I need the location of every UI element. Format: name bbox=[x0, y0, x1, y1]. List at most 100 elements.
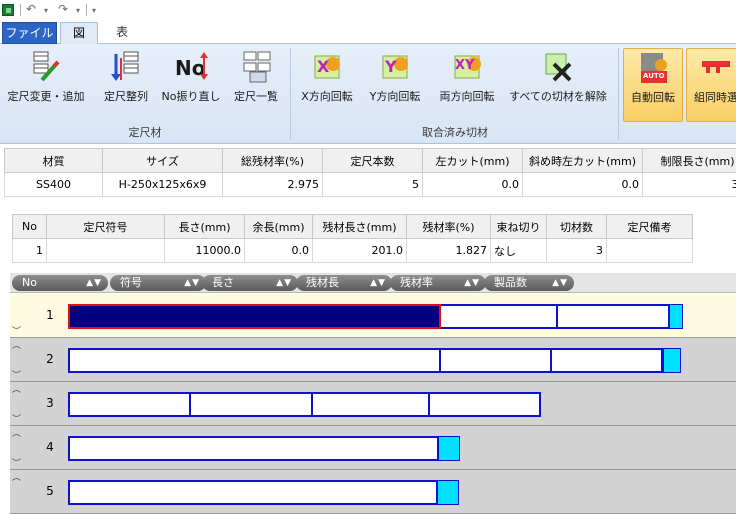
column-header[interactable]: 総残材率(%) bbox=[222, 148, 323, 173]
table-row[interactable]: 1 11000.0 0.0 201.0 1.827 なし 3 bbox=[12, 238, 693, 263]
size-cell[interactable]: H-250x125x6x9 bbox=[102, 172, 223, 197]
table-row[interactable]: SS400 H-250x125x6x9 2.975 5 0.0 0.0 30. bbox=[4, 172, 736, 197]
expand-icon[interactable]: ︵ bbox=[12, 426, 21, 439]
column-header[interactable]: 切材数 bbox=[546, 214, 607, 239]
nesting-row[interactable]: ︵ 5 bbox=[10, 470, 736, 514]
left-cut-cell[interactable]: 0.0 bbox=[422, 172, 523, 197]
rotate-both-button[interactable]: XY 両方向回転 bbox=[434, 48, 500, 118]
stock-bar[interactable] bbox=[68, 436, 439, 461]
cut-piece[interactable] bbox=[552, 350, 661, 371]
stock-list-label: 定尺一覧 bbox=[234, 90, 278, 103]
stock-bar[interactable] bbox=[68, 348, 663, 373]
sort-remnant-length-button[interactable]: 残材長 ▲▼ bbox=[296, 275, 392, 291]
rotate-y-button[interactable]: Y Y方向回転 bbox=[364, 48, 426, 118]
column-header[interactable]: 残材率(%) bbox=[406, 214, 491, 239]
extra-length-cell[interactable]: 0.0 bbox=[244, 238, 313, 263]
remnant-length-cell[interactable]: 201.0 bbox=[312, 238, 407, 263]
undo-dropdown-icon[interactable]: ▾ bbox=[44, 6, 48, 15]
row-number: 1 bbox=[46, 308, 54, 322]
total-remnant-rate-cell[interactable]: 2.975 bbox=[222, 172, 323, 197]
column-header[interactable]: 定尺備考 bbox=[606, 214, 693, 239]
column-header[interactable]: 左カット(mm) bbox=[422, 148, 523, 173]
sort-arrows-icon: ▲▼ bbox=[276, 278, 292, 288]
sort-label: No bbox=[22, 276, 37, 289]
column-header[interactable]: 定尺本数 bbox=[322, 148, 423, 173]
tab-table[interactable]: 表 bbox=[104, 22, 140, 44]
undo-icon[interactable]: ↶ bbox=[26, 2, 36, 16]
limit-length-cell[interactable]: 30. bbox=[642, 172, 736, 197]
sort-label: 残材長 bbox=[306, 276, 339, 289]
length-cell[interactable]: 11000.0 bbox=[164, 238, 245, 263]
expand-icon[interactable]: ︵ bbox=[12, 338, 21, 351]
collapse-icon[interactable]: ︶ bbox=[12, 368, 21, 381]
sort-product-count-button[interactable]: 製品数 ▲▼ bbox=[484, 275, 574, 291]
collapse-icon[interactable]: ︶ bbox=[12, 412, 21, 425]
remnant-rate-cell[interactable]: 1.827 bbox=[406, 238, 491, 263]
collapse-icon[interactable]: ︶ bbox=[12, 324, 21, 337]
stock-count-cell[interactable]: 5 bbox=[322, 172, 423, 197]
column-header[interactable]: 材質 bbox=[4, 148, 103, 173]
rotate-x-button[interactable]: X X方向回転 bbox=[298, 48, 356, 118]
column-header[interactable]: 長さ(mm) bbox=[164, 214, 245, 239]
column-header[interactable]: 定尺符号 bbox=[46, 214, 165, 239]
column-header[interactable]: サイズ bbox=[102, 148, 223, 173]
sort-code-button[interactable]: 符号 ▲▼ bbox=[110, 275, 206, 291]
material-cell[interactable]: SS400 bbox=[4, 172, 103, 197]
row-number: 2 bbox=[46, 352, 54, 366]
cut-piece[interactable] bbox=[441, 306, 558, 327]
stock-note-cell[interactable] bbox=[606, 238, 693, 263]
sort-remnant-rate-button[interactable]: 残材率 ▲▼ bbox=[390, 275, 486, 291]
redo-dropdown-icon[interactable]: ▾ bbox=[76, 6, 80, 15]
redo-icon[interactable]: ↷ bbox=[58, 2, 68, 16]
column-header[interactable]: 束ね切り bbox=[490, 214, 547, 239]
stock-sort-button[interactable]: 定尺整列 bbox=[98, 48, 154, 118]
selected-cut-piece[interactable] bbox=[68, 304, 441, 329]
expand-icon[interactable]: ︵ bbox=[12, 382, 21, 395]
renumber-button[interactable]: No No振り直し bbox=[160, 48, 222, 118]
column-header[interactable]: 余長(mm) bbox=[244, 214, 313, 239]
stock-list-button[interactable]: 定尺一覧 bbox=[228, 48, 284, 118]
cut-piece[interactable] bbox=[430, 394, 539, 415]
piece-count-cell[interactable]: 3 bbox=[546, 238, 607, 263]
sort-arrows-icon: ▲▼ bbox=[552, 278, 568, 288]
sort-arrows-icon: ▲▼ bbox=[370, 278, 386, 288]
cut-piece[interactable] bbox=[441, 350, 552, 371]
column-header[interactable]: 制限長さ(mm) bbox=[642, 148, 736, 173]
nesting-row[interactable]: ︵ 4 ︶ bbox=[10, 426, 736, 470]
group-select-button[interactable]: 組同時選 bbox=[686, 48, 736, 122]
sort-no-button[interactable]: No ▲▼ bbox=[12, 275, 108, 291]
stock-bar[interactable] bbox=[68, 480, 438, 505]
stock-bar[interactable] bbox=[68, 304, 670, 329]
column-header[interactable]: 残材長さ(mm) bbox=[312, 214, 407, 239]
cut-piece[interactable] bbox=[70, 350, 441, 371]
nesting-row[interactable]: ︵ 3 ︶ bbox=[10, 382, 736, 426]
cut-piece[interactable] bbox=[70, 394, 191, 415]
cut-piece[interactable] bbox=[558, 306, 668, 327]
group-select-icon bbox=[698, 51, 734, 85]
material-table-header: 材質 サイズ 総残材率(%) 定尺本数 左カット(mm) 斜め時左カット(mm)… bbox=[4, 148, 736, 173]
cut-piece[interactable] bbox=[191, 394, 313, 415]
cut-piece[interactable] bbox=[313, 394, 430, 415]
sort-length-button[interactable]: 長さ ▲▼ bbox=[202, 275, 298, 291]
group-select-label: 組同時選 bbox=[694, 91, 736, 104]
release-all-button[interactable]: すべての切材を解除 bbox=[506, 48, 610, 118]
sort-label: 符号 bbox=[120, 276, 142, 289]
customize-qat-icon[interactable]: ▾ bbox=[92, 6, 96, 15]
tab-file[interactable]: ファイル bbox=[2, 22, 57, 44]
stock-bar[interactable] bbox=[68, 392, 541, 417]
column-header[interactable]: 斜め時左カット(mm) bbox=[522, 148, 643, 173]
expand-icon[interactable]: ︵ bbox=[12, 470, 21, 483]
auto-rotate-button[interactable]: AUTO 自動回転 bbox=[623, 48, 683, 122]
nesting-row[interactable]: 1 ︶ bbox=[10, 294, 736, 338]
no-cell[interactable]: 1 bbox=[12, 238, 47, 263]
column-header[interactable]: No bbox=[12, 214, 47, 239]
stock-edit-add-button[interactable]: 定尺変更・追加 bbox=[4, 48, 88, 118]
tab-figure[interactable]: 図 bbox=[60, 22, 98, 45]
sort-arrows-icon: ▲▼ bbox=[184, 278, 200, 288]
bundle-cut-cell[interactable]: なし bbox=[490, 238, 547, 263]
stock-code-cell[interactable] bbox=[46, 238, 165, 263]
collapse-icon[interactable]: ︶ bbox=[12, 456, 21, 469]
nesting-row[interactable]: ︵ 2 ︶ bbox=[10, 338, 736, 382]
rotate-both-label: 両方向回転 bbox=[439, 90, 495, 103]
diagonal-left-cut-cell[interactable]: 0.0 bbox=[522, 172, 643, 197]
